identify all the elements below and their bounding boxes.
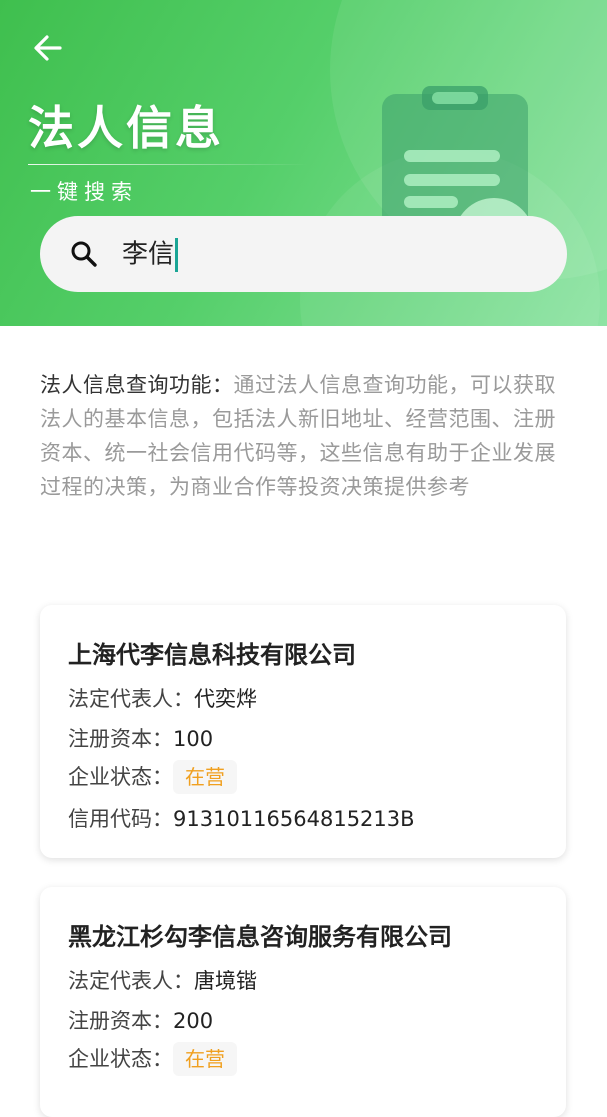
text-caret [175,238,179,272]
credit-code-value: 91310116564815213B [173,807,415,831]
page-title: 法人信息 [28,101,224,155]
credit-code-row: 信用代码：91310116564815213B [68,801,415,837]
legal-rep-row: 法定代表人：代奕烨 [68,681,257,717]
company-name: 黑龙江杉勾李信息咨询服务有限公司 [68,923,452,951]
legal-rep-value: 唐境锴 [194,969,257,993]
search-icon [71,241,97,267]
legal-rep-label: 法定代表人： [68,969,194,993]
status-badge: 在营 [173,760,237,794]
capital-row: 注册资本：200 [68,1003,213,1039]
capital-label: 注册资本： [68,1009,173,1033]
status-label: 企业状态： [68,1047,173,1071]
page-subtitle: 一键搜索 [30,180,138,204]
intro-label: 法人信息查询功能： [40,373,234,397]
status-row: 企业状态： 在营 [68,759,237,795]
status-label: 企业状态： [68,765,173,789]
status-row: 企业状态： 在营 [68,1041,237,1077]
header: 法人信息 一键搜索 李信 [0,0,607,326]
capital-row: 注册资本：100 [68,721,213,757]
search-input[interactable]: 李信 [40,216,567,292]
capital-label: 注册资本： [68,727,173,751]
result-card[interactable]: 黑龙江杉勾李信息咨询服务有限公司 法定代表人：唐境锴 注册资本：200 企业状态… [40,887,566,1117]
status-badge: 在营 [173,1042,237,1076]
legal-rep-label: 法定代表人： [68,687,194,711]
search-input-value[interactable]: 李信 [122,238,179,272]
capital-value: 100 [173,727,214,751]
arrow-left-icon[interactable] [30,30,66,66]
result-card[interactable]: 上海代李信息科技有限公司 法定代表人：代奕烨 注册资本：100 企业状态： 在营 … [40,605,566,858]
company-name: 上海代李信息科技有限公司 [68,641,356,669]
capital-value: 200 [173,1009,214,1033]
legal-rep-row: 法定代表人：唐境锴 [68,963,257,999]
search-query-text: 李信 [122,239,175,270]
credit-code-label: 信用代码： [68,807,173,831]
title-divider [28,164,308,165]
intro-text: 法人信息查询功能：通过法人信息查询功能，可以获取法人的基本信息，包括法人新旧地址… [40,368,570,504]
legal-rep-value: 代奕烨 [194,687,257,711]
